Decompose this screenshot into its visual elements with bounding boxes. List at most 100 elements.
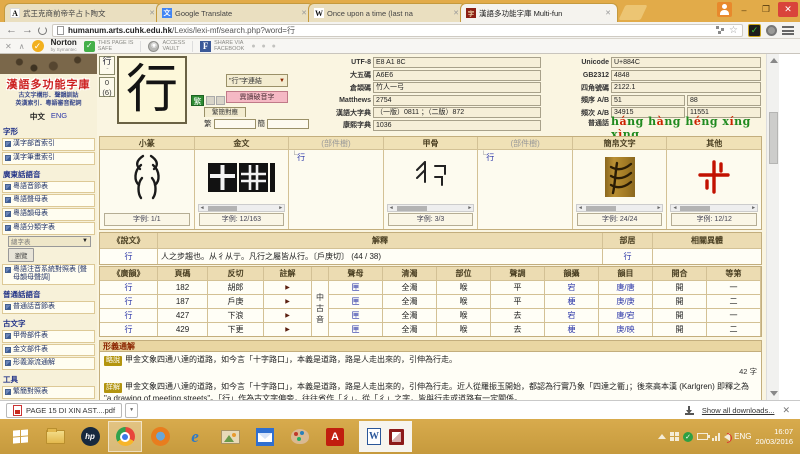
guangyun-initial[interactable]: 匣 — [329, 294, 383, 308]
guangyun-initial-link[interactable]: 匣 — [352, 296, 360, 307]
share-facebook-button[interactable]: f SHARE VIAFACEBOOK — [200, 40, 244, 53]
browse-button[interactable]: 瀏覽 — [8, 248, 34, 262]
note-expand-icon[interactable]: ▶ — [285, 298, 290, 305]
guangyun-she-link[interactable]: 宕 — [568, 282, 576, 293]
start-taskbar-button[interactable] — [3, 421, 37, 452]
example-count[interactable]: 字例: 24/24 — [577, 213, 663, 226]
guangyun-char-link[interactable]: 行 — [125, 310, 133, 321]
tab-close-icon[interactable]: ✕ — [148, 9, 156, 17]
download-item[interactable]: PAGE 15 DI XIN AST....pdf — [6, 403, 122, 418]
norton-close-icon[interactable]: ✕ — [5, 42, 12, 51]
guangyun-she[interactable]: 宕 — [545, 308, 599, 322]
script-glyph-image[interactable] — [573, 150, 667, 204]
show-all-downloads-link[interactable]: Show all downloads... — [702, 406, 775, 415]
simp-field[interactable] — [267, 119, 309, 129]
battery-icon[interactable] — [697, 433, 708, 440]
image-scrollbar-thumb[interactable] — [586, 206, 616, 211]
image-scrollbar[interactable]: ◄► — [670, 204, 758, 212]
guangyun-initial-link[interactable]: 匣 — [352, 324, 360, 335]
guangyun-she-link[interactable]: 梗 — [568, 324, 576, 335]
profile-avatar[interactable] — [717, 2, 732, 17]
identity-safe-icon[interactable] — [766, 25, 777, 36]
example-count[interactable]: 字例: 12/163 — [199, 213, 285, 226]
guangyun-rhyme-link[interactable]: 庚/庚 — [616, 296, 634, 307]
guangyun-note[interactable]: ▶ — [264, 294, 312, 308]
image-scrollbar-thumb[interactable] — [208, 206, 238, 211]
script-glyph-image[interactable] — [384, 150, 478, 204]
scrollbar-thumb[interactable] — [769, 112, 778, 164]
extensions-icon[interactable] — [716, 26, 724, 34]
scroll-down-icon[interactable] — [770, 391, 778, 396]
tab-close-icon[interactable]: ✕ — [604, 9, 612, 17]
guangyun-initial[interactable]: 匣 — [329, 308, 383, 322]
back-button[interactable]: ← — [6, 25, 17, 36]
scroll-left-icon[interactable]: ◄ — [199, 205, 206, 211]
browser-tab-2[interactable]: 文Google Translate✕ — [156, 3, 314, 22]
sidebar-item-2-0[interactable]: 普通話音節表 — [2, 301, 95, 314]
reload-button[interactable] — [38, 26, 47, 35]
new-tab-button[interactable] — [619, 5, 648, 20]
lang-zh-link[interactable]: 中文 — [30, 111, 45, 122]
example-count[interactable]: 字例: 1/1 — [104, 213, 190, 226]
sidebar-item-1-3[interactable]: 粵語分類字表 — [2, 222, 95, 235]
guangyun-rhyme[interactable]: 庚/庚 — [599, 294, 653, 308]
guangyun-char[interactable]: 行 — [100, 280, 158, 294]
scroll-left-icon[interactable]: ◄ — [671, 205, 678, 211]
component-tree-char-link[interactable]: 行 — [486, 152, 494, 163]
mail-taskbar-button[interactable] — [248, 421, 282, 452]
char-links-dropdown[interactable]: "行"字連結▼ — [226, 74, 288, 87]
scroll-left-icon[interactable]: ◄ — [577, 205, 584, 211]
trad-simp-tab[interactable]: 繁簡對應 — [204, 107, 246, 117]
sidebar-item-1-0[interactable]: 粵語音節表 — [2, 181, 95, 194]
guangyun-rhyme-link[interactable]: 庚/映 — [616, 324, 634, 335]
tab-close-icon[interactable]: ✕ — [452, 9, 460, 17]
sidebar-item-1-1[interactable]: 粵語聲母表 — [2, 194, 95, 207]
guangyun-initial[interactable]: 匣 — [329, 280, 383, 294]
sidebar-item-3-0[interactable]: 甲骨部件表 — [2, 330, 95, 343]
volume-muted-icon[interactable] — [724, 433, 730, 441]
tray-expand-icon[interactable] — [658, 434, 666, 439]
explorer-taskbar-button[interactable] — [38, 421, 72, 452]
char-thumbnail[interactable]: 行 ᵕᵕ — [99, 56, 115, 75]
image-scrollbar[interactable]: ◄► — [198, 204, 286, 212]
example-count[interactable]: 字例: 3/3 — [388, 213, 474, 226]
note-expand-icon[interactable]: ▶ — [285, 284, 290, 291]
guangyun-rhyme-link[interactable]: 唐/唐 — [616, 282, 634, 293]
scroll-right-icon[interactable]: ► — [277, 205, 284, 211]
download-bar-close-icon[interactable]: ✕ — [782, 405, 790, 416]
guangyun-note[interactable]: ▶ — [264, 322, 312, 336]
maximize-button[interactable]: ❐ — [756, 2, 776, 17]
image-scrollbar[interactable]: ◄► — [576, 204, 664, 212]
guangyun-she[interactable]: 梗 — [545, 294, 599, 308]
shuowen-radical-link[interactable]: 行 — [624, 251, 632, 262]
lang-en-link[interactable]: ENG — [51, 111, 67, 122]
image-scrollbar-thumb[interactable] — [680, 206, 710, 211]
guangyun-rhyme[interactable]: 庚/映 — [599, 322, 653, 336]
shuowen-char-link[interactable]: 行 — [125, 251, 133, 262]
guangyun-rhyme-link[interactable]: 唐/宕 — [616, 310, 634, 321]
tray-windows-icon[interactable] — [670, 432, 679, 441]
guangyun-rhyme[interactable]: 唐/宕 — [599, 308, 653, 322]
guangyun-note[interactable]: ▶ — [264, 280, 312, 294]
sidebar-item-3-2[interactable]: 形義源流通解 — [2, 357, 95, 370]
download-item-menu[interactable]: ▼ — [125, 403, 138, 418]
guangyun-initial-link[interactable]: 匣 — [352, 310, 360, 321]
traditional-button[interactable]: 繁 — [191, 95, 204, 106]
minimize-button[interactable]: – — [734, 2, 754, 17]
browser-tab-1[interactable]: A武王克商前帝辛占卜陶文✕ — [4, 3, 162, 22]
forward-button[interactable]: → — [22, 25, 33, 36]
image-scrollbar[interactable]: ◄► — [387, 204, 475, 212]
script-glyph-image[interactable] — [667, 150, 761, 204]
chrome-taskbar-button[interactable] — [108, 421, 142, 452]
scroll-up-icon[interactable] — [770, 58, 778, 63]
trad-field[interactable] — [214, 119, 256, 129]
component-tree-char-link[interactable]: 行 — [297, 152, 305, 163]
network-signal-icon[interactable] — [712, 433, 720, 441]
sidebar-item-0-0[interactable]: 漢字部首索引 — [2, 138, 95, 151]
browser-tab-4[interactable]: 字漢語多功能字庫 Multi-fun✕ — [460, 3, 618, 22]
chrome-menu-icon[interactable] — [782, 26, 794, 35]
guangyun-char[interactable]: 行 — [100, 308, 158, 322]
page-scrollbar[interactable] — [766, 54, 779, 400]
scroll-right-icon[interactable]: ► — [656, 205, 663, 211]
word-list-dropdown[interactable]: 總字表▼ — [8, 236, 91, 247]
